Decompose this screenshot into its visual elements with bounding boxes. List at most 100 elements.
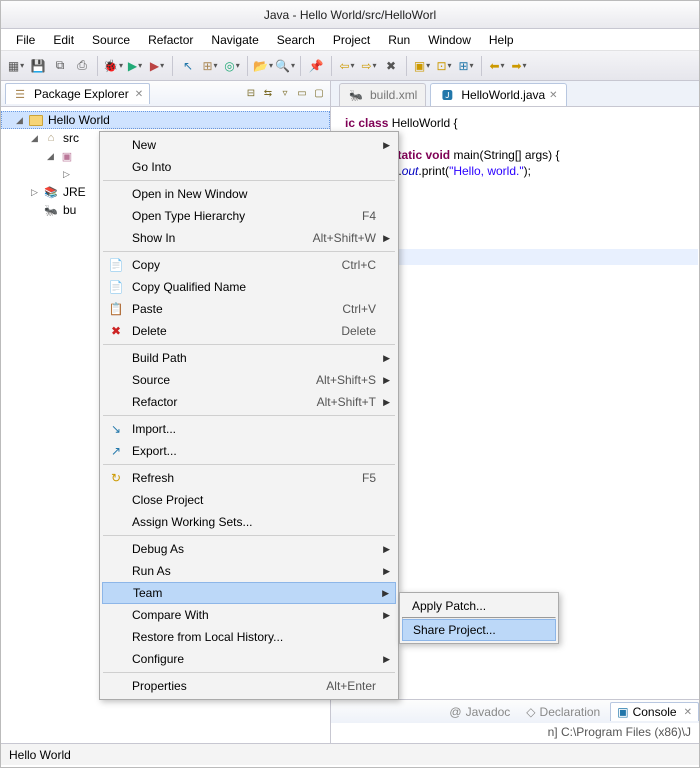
- mi-show-in[interactable]: Show InAlt+Shift+W▶: [102, 227, 396, 249]
- close-tab-icon[interactable]: ✕: [549, 90, 557, 101]
- tab-console[interactable]: ▣Console✕: [610, 702, 699, 721]
- coverage-icon[interactable]: ▶: [148, 57, 166, 75]
- mi-delete[interactable]: ✖DeleteDelete: [102, 320, 396, 342]
- separator: [300, 56, 301, 76]
- mi-run-as[interactable]: Run As▶: [102, 560, 396, 582]
- src-folder-icon: ⌂: [43, 130, 59, 146]
- new-button-icon[interactable]: ▦: [7, 57, 25, 75]
- open-icon[interactable]: 📂: [254, 57, 272, 75]
- mi-source[interactable]: SourceAlt+Shift+S▶: [102, 369, 396, 391]
- menu-refactor[interactable]: Refactor: [141, 31, 200, 49]
- nav-3-icon[interactable]: ⊞: [457, 57, 475, 75]
- twisty-icon[interactable]: ◢: [47, 151, 57, 162]
- mi-build-path[interactable]: Build Path▶: [102, 347, 396, 369]
- stop-icon[interactable]: ✖: [382, 57, 400, 75]
- mi-configure[interactable]: Configure▶: [102, 648, 396, 670]
- save-all-icon[interactable]: ⧉: [51, 57, 69, 75]
- ant-icon: 🐜: [348, 87, 364, 103]
- new-class-icon[interactable]: ◎: [223, 57, 241, 75]
- project-label: Hello World: [48, 113, 110, 127]
- search-icon[interactable]: 🔍: [276, 57, 294, 75]
- submenu-arrow-icon: ▶: [383, 375, 390, 386]
- mi-open-new-window[interactable]: Open in New Window: [102, 183, 396, 205]
- paste-icon: 📋: [108, 302, 124, 316]
- mi-restore-history[interactable]: Restore from Local History...: [102, 626, 396, 648]
- run-icon[interactable]: ▶: [126, 57, 144, 75]
- link-editor-icon[interactable]: ⇆: [261, 87, 275, 101]
- collapse-icon[interactable]: ⊟: [244, 87, 258, 101]
- menu-project[interactable]: Project: [326, 31, 377, 49]
- separator: [406, 56, 407, 76]
- jre-label: JRE: [63, 185, 86, 199]
- ant-icon: 🐜: [43, 202, 59, 218]
- mi-team[interactable]: Team▶: [102, 582, 396, 604]
- mi-debug-as[interactable]: Debug As▶: [102, 538, 396, 560]
- nav-2-icon[interactable]: ⊡: [435, 57, 453, 75]
- package-explorer-tab[interactable]: ☰ Package Explorer ✕: [5, 83, 150, 104]
- console-icon: ▣: [617, 705, 628, 719]
- submenu-arrow-icon: ▶: [383, 353, 390, 364]
- menu-file[interactable]: File: [9, 31, 42, 49]
- cursor-icon[interactable]: ↖: [179, 57, 197, 75]
- history-fwd-icon[interactable]: ➡: [510, 57, 528, 75]
- submenu-arrow-icon: ▶: [383, 654, 390, 665]
- menu-source[interactable]: Source: [85, 31, 137, 49]
- nav-1-icon[interactable]: ▣: [413, 57, 431, 75]
- submenu-arrow-icon: ▶: [383, 140, 390, 151]
- project-node[interactable]: ◢ Hello World: [1, 111, 330, 129]
- mi-type-hierarchy[interactable]: Open Type HierarchyF4: [102, 205, 396, 227]
- menu-run[interactable]: Run: [381, 31, 417, 49]
- view-menu-icon[interactable]: ▿: [278, 87, 292, 101]
- separator: [481, 56, 482, 76]
- mi-refactor[interactable]: RefactorAlt+Shift+T▶: [102, 391, 396, 413]
- mi-properties[interactable]: PropertiesAlt+Enter: [102, 675, 396, 697]
- mi-copy-qualified[interactable]: 📄Copy Qualified Name: [102, 276, 396, 298]
- twisty-icon[interactable]: ▷: [63, 169, 73, 180]
- mi-new[interactable]: New▶: [102, 134, 396, 156]
- mi-go-into[interactable]: Go Into: [102, 156, 396, 178]
- editor-tab-helloworld[interactable]: 🅹 HelloWorld.java ✕: [430, 83, 566, 106]
- mi-paste[interactable]: 📋PasteCtrl+V: [102, 298, 396, 320]
- save-icon[interactable]: 💾: [29, 57, 47, 75]
- declaration-icon: ◇: [526, 705, 535, 719]
- print-icon[interactable]: ⎙: [73, 57, 91, 75]
- close-icon[interactable]: ✕: [684, 707, 692, 718]
- new-package-icon[interactable]: ⊞: [201, 57, 219, 75]
- mi-compare-with[interactable]: Compare With▶: [102, 604, 396, 626]
- twisty-icon[interactable]: ◢: [31, 133, 41, 144]
- debug-icon[interactable]: 🐞: [104, 57, 122, 75]
- twisty-icon[interactable]: ◢: [16, 115, 26, 126]
- team-submenu[interactable]: Apply Patch... Share Project...: [399, 592, 559, 644]
- maximize-view-icon[interactable]: ▢: [312, 87, 326, 101]
- src-label: src: [63, 131, 79, 145]
- menu-search[interactable]: Search: [270, 31, 322, 49]
- menu-window[interactable]: Window: [421, 31, 478, 49]
- mi-import[interactable]: ↘Import...: [102, 418, 396, 440]
- mi-assign-ws[interactable]: Assign Working Sets...: [102, 511, 396, 533]
- context-menu[interactable]: New▶ Go Into Open in New Window Open Typ…: [99, 131, 399, 700]
- minimize-view-icon[interactable]: ▭: [295, 87, 309, 101]
- tab-javadoc[interactable]: @Javadoc: [443, 703, 516, 721]
- mi-share-project[interactable]: Share Project...: [402, 619, 556, 641]
- menu-help[interactable]: Help: [482, 31, 521, 49]
- tab-declaration[interactable]: ◇Declaration: [520, 703, 606, 721]
- menu-edit[interactable]: Edit: [46, 31, 81, 49]
- mi-export[interactable]: ↗Export...: [102, 440, 396, 462]
- import-icon: ↘: [108, 422, 124, 436]
- separator: [331, 56, 332, 76]
- editor-tab-build[interactable]: 🐜 build.xml: [339, 83, 426, 106]
- mi-apply-patch[interactable]: Apply Patch...: [402, 595, 556, 617]
- mi-close-project[interactable]: Close Project: [102, 489, 396, 511]
- window-title: Java - Hello World/src/HelloWorl: [1, 1, 699, 29]
- menu-navigate[interactable]: Navigate: [204, 31, 265, 49]
- close-view-icon[interactable]: ✕: [135, 89, 143, 100]
- pin-icon[interactable]: 📌: [307, 57, 325, 75]
- twisty-icon[interactable]: ▷: [31, 187, 41, 198]
- java-file-icon: 🅹: [439, 87, 455, 103]
- mi-refresh[interactable]: ↻RefreshF5: [102, 467, 396, 489]
- history-back-icon[interactable]: ⬅: [488, 57, 506, 75]
- project-icon: [28, 112, 44, 128]
- back-icon[interactable]: ⇦: [338, 57, 356, 75]
- mi-copy[interactable]: 📄CopyCtrl+C: [102, 254, 396, 276]
- forward-icon[interactable]: ⇨: [360, 57, 378, 75]
